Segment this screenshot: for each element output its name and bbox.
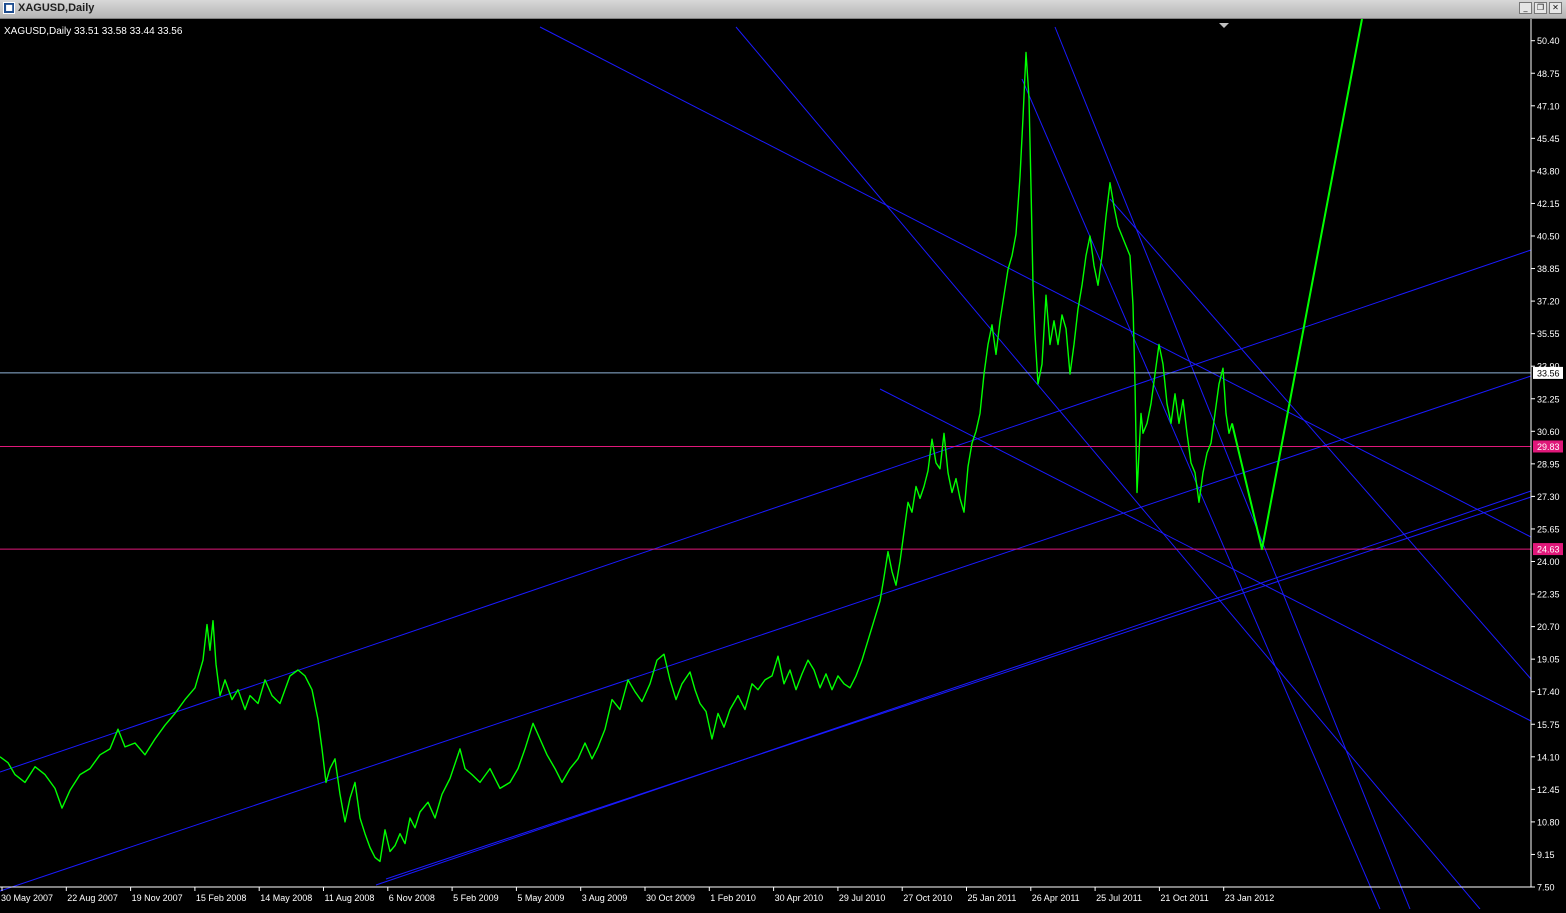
y-tick-label: 28.95 xyxy=(1537,459,1560,469)
x-tick-label: 30 May 2007 xyxy=(1,893,53,903)
chart-area[interactable]: XAGUSD,Daily 33.51 33.58 33.44 33.56 50.… xyxy=(0,18,1566,910)
y-tick-label: 38.85 xyxy=(1537,264,1560,274)
y-tick-label: 47.10 xyxy=(1537,101,1560,111)
x-tick-label: 27 Oct 2010 xyxy=(903,893,952,903)
y-tick-label: 12.45 xyxy=(1537,785,1560,795)
x-tick-label: 6 Nov 2008 xyxy=(389,893,435,903)
restore-button[interactable]: ❐ xyxy=(1534,2,1547,14)
window-titlebar[interactable]: ■ XAGUSD,Daily _ ❐ ✕ xyxy=(0,0,1566,19)
y-tick-label: 10.80 xyxy=(1537,817,1560,827)
y-tick-label: 48.75 xyxy=(1537,69,1560,79)
y-tick-label: 15.75 xyxy=(1537,720,1560,730)
minimize-button[interactable]: _ xyxy=(1519,2,1532,14)
y-tick-label: 7.50 xyxy=(1537,883,1555,893)
close-button[interactable]: ✕ xyxy=(1549,2,1562,14)
price-tag-label: 33.56 xyxy=(1537,368,1560,378)
y-tick-label: 14.10 xyxy=(1537,752,1560,762)
y-tick-label: 40.50 xyxy=(1537,232,1560,242)
price-tag-label: 24.63 xyxy=(1537,545,1560,555)
price-tag-label: 29.83 xyxy=(1537,442,1560,452)
x-tick-label: 23 Jan 2012 xyxy=(1225,893,1275,903)
y-tick-label: 32.25 xyxy=(1537,394,1560,404)
x-tick-label: 30 Oct 2009 xyxy=(646,893,695,903)
x-tick-label: 25 Jul 2011 xyxy=(1096,893,1142,903)
x-tick-label: 15 Feb 2008 xyxy=(196,893,247,903)
y-tick-label: 42.15 xyxy=(1537,199,1560,209)
x-tick-label: 19 Nov 2007 xyxy=(132,893,183,903)
price-chart[interactable]: XAGUSD,Daily 33.51 33.58 33.44 33.56 50.… xyxy=(0,18,1566,910)
y-tick-label: 45.45 xyxy=(1537,134,1560,144)
window-title: XAGUSD,Daily xyxy=(18,2,95,14)
y-tick-label: 25.65 xyxy=(1537,524,1560,534)
x-tick-label: 5 Feb 2009 xyxy=(453,893,499,903)
x-tick-label: 5 May 2009 xyxy=(517,893,564,903)
y-tick-label: 50.40 xyxy=(1537,36,1560,46)
x-tick-label: 25 Jan 2011 xyxy=(968,893,1017,903)
y-tick-label: 30.60 xyxy=(1537,427,1560,437)
y-tick-label: 35.55 xyxy=(1537,329,1560,339)
y-tick-label: 22.35 xyxy=(1537,590,1560,600)
x-tick-label: 11 Aug 2008 xyxy=(325,893,375,903)
x-tick-label: 29 Jul 2010 xyxy=(839,893,886,903)
x-tick-label: 21 Oct 2011 xyxy=(1160,893,1208,903)
y-tick-label: 27.30 xyxy=(1537,492,1560,502)
y-tick-label: 37.20 xyxy=(1537,297,1560,307)
x-tick-label: 30 Apr 2010 xyxy=(775,893,824,903)
window-controls: _ ❐ ✕ xyxy=(1519,2,1562,14)
x-tick-label: 3 Aug 2009 xyxy=(582,893,628,903)
y-tick-label: 20.70 xyxy=(1537,622,1560,632)
x-tick-label: 14 May 2008 xyxy=(260,893,312,903)
y-tick-label: 19.05 xyxy=(1537,655,1560,665)
x-tick-label: 26 Apr 2011 xyxy=(1032,893,1080,903)
ohlc-readout: 33.51 33.58 33.44 33.56 xyxy=(74,26,183,37)
y-tick-label: 24.00 xyxy=(1537,557,1560,567)
app-icon: ■ xyxy=(3,2,15,14)
x-tick-label: 22 Aug 2007 xyxy=(67,893,118,903)
y-tick-label: 17.40 xyxy=(1537,687,1560,697)
y-tick-label: 43.80 xyxy=(1537,166,1560,176)
y-tick-label: 9.15 xyxy=(1537,850,1555,860)
chart-title: XAGUSD,Daily xyxy=(4,26,71,37)
x-tick-label: 1 Feb 2010 xyxy=(710,893,756,903)
